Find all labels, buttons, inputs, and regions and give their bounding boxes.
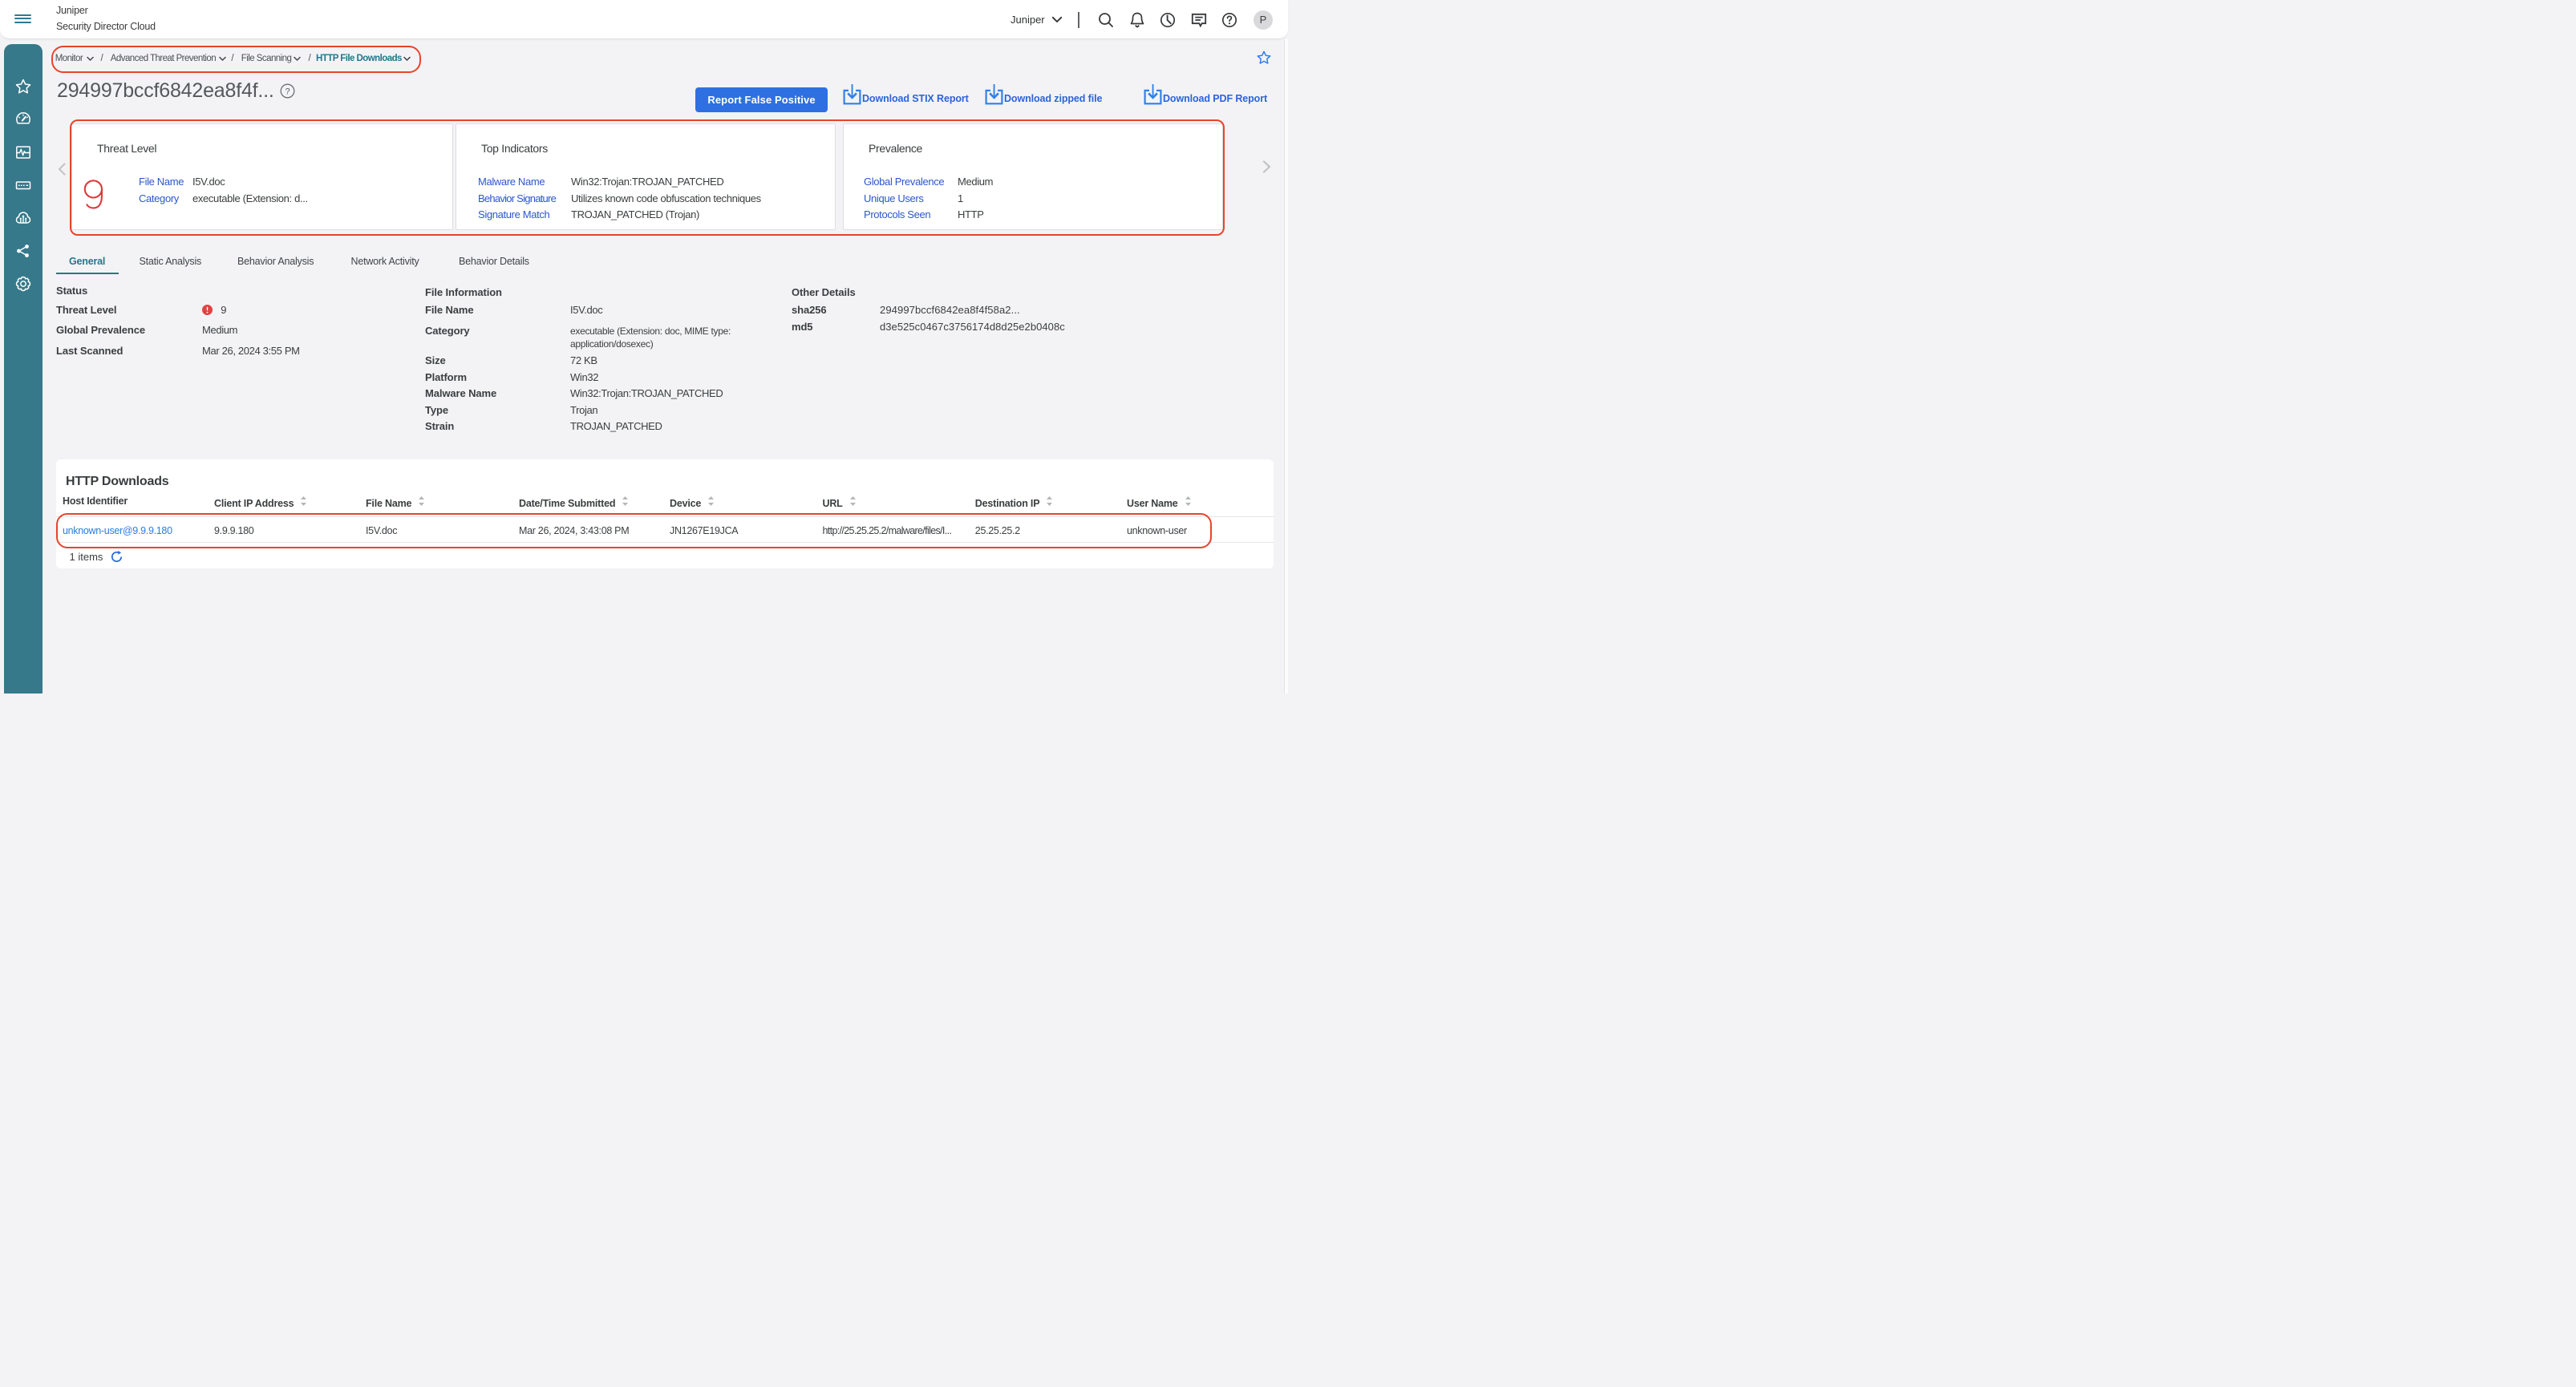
svg-text:?: ? [285,87,290,97]
